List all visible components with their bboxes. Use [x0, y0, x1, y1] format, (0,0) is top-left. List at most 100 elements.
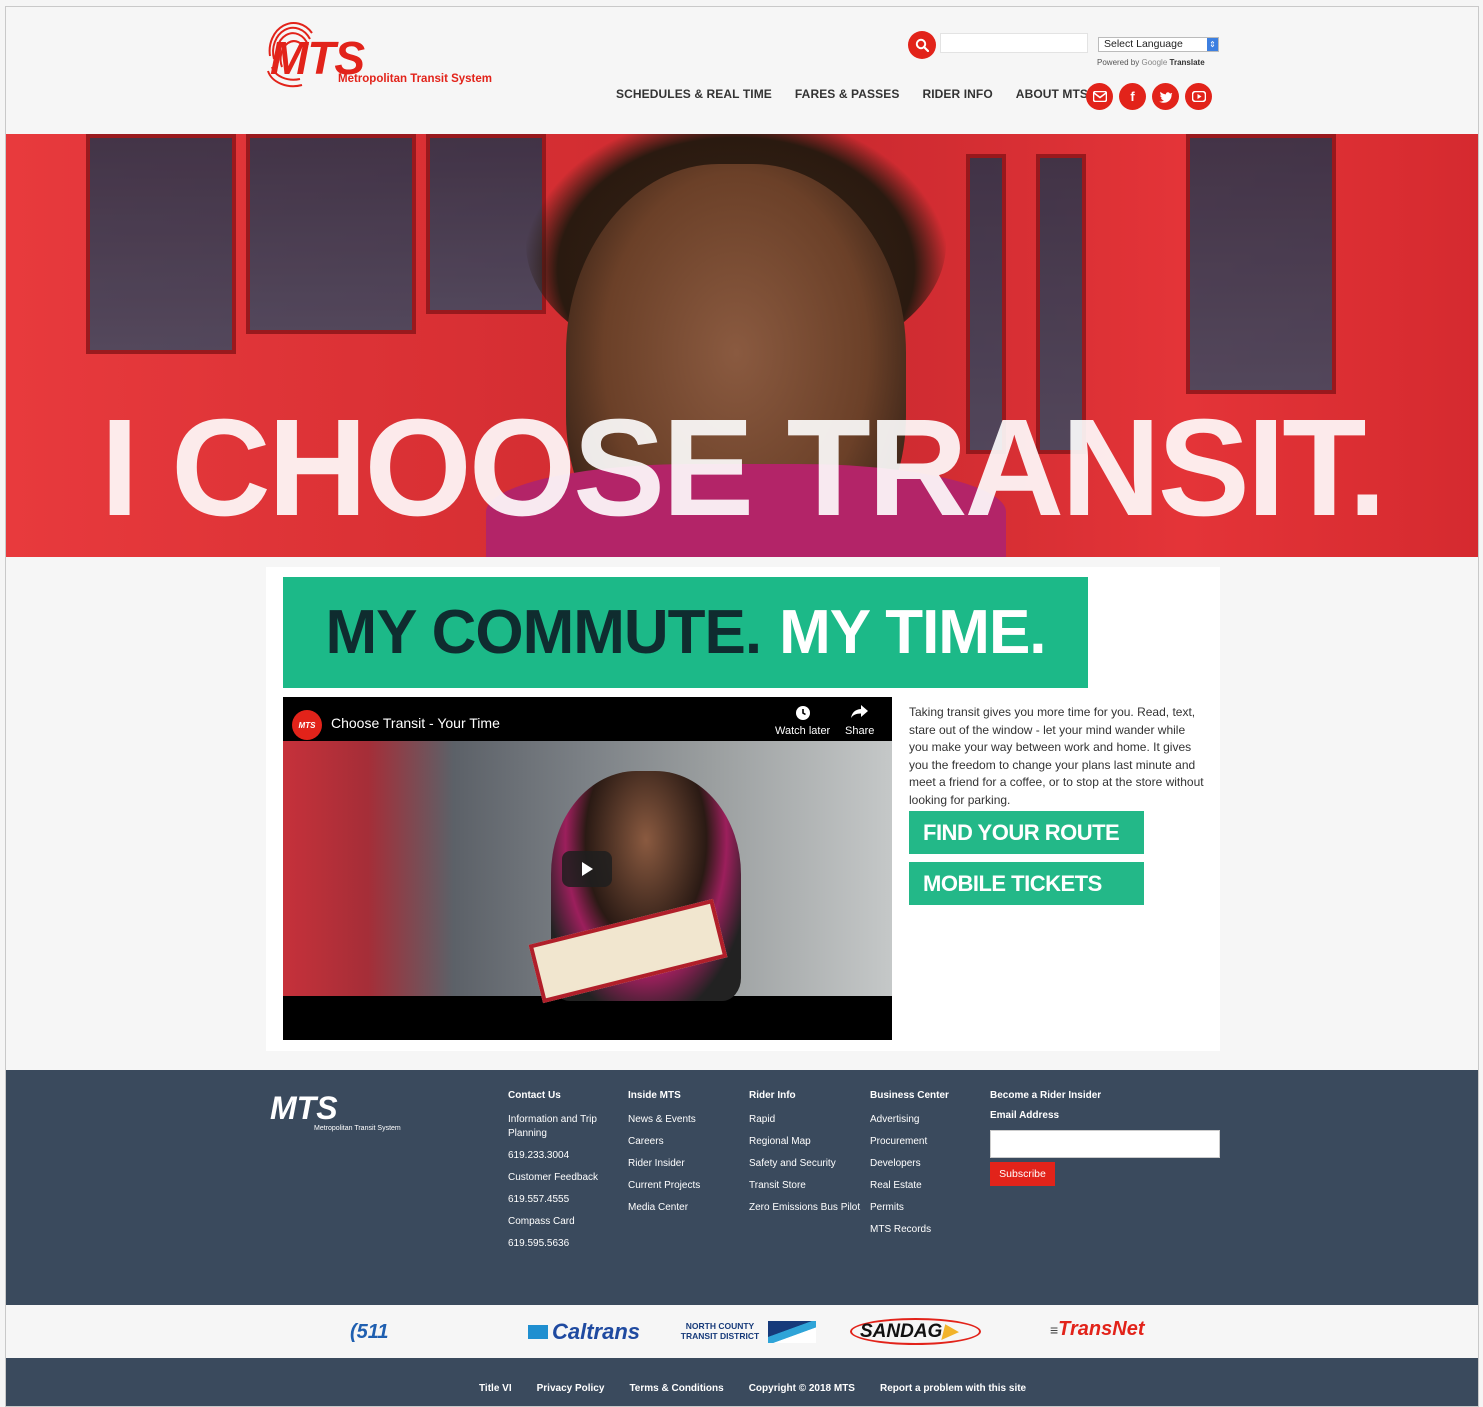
- footer-link[interactable]: Rapid: [749, 1113, 860, 1127]
- partner-511-logo[interactable]: (511: [350, 1321, 389, 1344]
- footer-phone[interactable]: 619.233.3004: [508, 1149, 603, 1163]
- footer-link[interactable]: Procurement: [870, 1135, 949, 1149]
- footer-link[interactable]: Advertising: [870, 1113, 949, 1127]
- partner-transnet-logo[interactable]: ≡TransNet: [1050, 1318, 1145, 1341]
- footer-inside: Inside MTS News & Events Careers Rider I…: [628, 1090, 700, 1223]
- powered-by-google[interactable]: Powered by Google Translate: [1097, 58, 1205, 67]
- footer-link[interactable]: Developers: [870, 1157, 949, 1171]
- sandag-arrow-icon: ▶: [942, 1321, 957, 1342]
- footer-contact: Contact Us Information and Trip Planning…: [508, 1090, 603, 1259]
- footer-heading: Business Center: [870, 1090, 949, 1101]
- privacy-policy-link[interactable]: Privacy Policy: [537, 1383, 605, 1394]
- find-route-button[interactable]: FIND YOUR ROUTE: [909, 811, 1144, 854]
- intro-paragraph: Taking transit gives you more time for y…: [909, 705, 1204, 807]
- footer-phone[interactable]: 619.557.4555: [508, 1193, 603, 1207]
- copyright-text: Copyright © 2018 MTS: [748, 1383, 855, 1394]
- clock-icon: [775, 705, 830, 725]
- footer-link[interactable]: Customer Feedback: [508, 1171, 603, 1185]
- footer-heading: Rider Info: [749, 1090, 796, 1101]
- train-window: [86, 134, 236, 354]
- mts-logo[interactable]: MTS Metropolitan Transit System: [262, 21, 502, 97]
- share-button[interactable]: Share: [845, 705, 874, 737]
- footer-link[interactable]: Compass Card: [508, 1215, 603, 1229]
- terms-link[interactable]: Terms & Conditions: [629, 1383, 723, 1394]
- page: MTS Metropolitan Transit System Select L…: [5, 6, 1479, 1407]
- footer-link[interactable]: Regional Map: [749, 1135, 860, 1149]
- partner-nctd-logo[interactable]: NORTH COUNTY TRANSIT DISTRICT: [670, 1321, 770, 1341]
- banner-text-dark: MY COMMUTE.: [325, 598, 762, 667]
- report-problem-link[interactable]: Report a problem with this site: [880, 1383, 1026, 1394]
- play-icon: [582, 862, 593, 876]
- main-nav: SCHEDULES & REAL TIME FARES & PASSES RID…: [616, 87, 1088, 101]
- email-label: Email Address: [990, 1110, 1060, 1121]
- footer-link[interactable]: Media Center: [628, 1201, 700, 1215]
- footer-heading: Become a Rider Insider: [990, 1090, 1102, 1101]
- partner-sandag-logo[interactable]: SANDAG▶: [850, 1318, 981, 1345]
- footer-link[interactable]: Current Projects: [628, 1179, 700, 1193]
- footer-link[interactable]: Rider Insider: [628, 1157, 700, 1171]
- footer-logo-text: MTS: [270, 1090, 338, 1126]
- nav-about[interactable]: ABOUT MTS: [1016, 87, 1088, 101]
- social-links: f: [1086, 83, 1212, 110]
- nav-rider-info[interactable]: RIDER INFO: [922, 87, 992, 101]
- hero-tagline: I CHOOSE TRANSIT.: [100, 391, 1386, 545]
- email-field[interactable]: [990, 1130, 1220, 1158]
- footer-logo-subtitle: Metropolitan Transit System: [314, 1125, 401, 1132]
- footer-business: Business Center Advertising Procurement …: [870, 1090, 949, 1245]
- subscribe-button[interactable]: Subscribe: [990, 1162, 1055, 1186]
- bottom-bar: Title VI Privacy Policy Terms & Conditio…: [6, 1358, 1478, 1406]
- footer-link[interactable]: Zero Emissions Bus Pilot: [749, 1201, 860, 1215]
- google-label: Google: [1141, 58, 1168, 67]
- footer-link[interactable]: MTS Records: [870, 1223, 949, 1237]
- email-icon[interactable]: [1086, 83, 1113, 110]
- watch-later-label: Watch later: [775, 725, 831, 737]
- facebook-icon[interactable]: f: [1119, 83, 1146, 110]
- video-title[interactable]: Choose Transit - Your Time: [331, 715, 500, 731]
- footer-link[interactable]: Safety and Security: [749, 1157, 860, 1171]
- footer-link[interactable]: Transit Store: [749, 1179, 860, 1193]
- nctd-mark-icon: [768, 1321, 816, 1343]
- twitter-icon[interactable]: [1152, 83, 1179, 110]
- youtube-icon[interactable]: [1185, 83, 1212, 110]
- footer-link[interactable]: Permits: [870, 1201, 949, 1215]
- footer-heading: Inside MTS: [628, 1090, 681, 1101]
- partner-caltrans-logo[interactable]: Caltrans: [528, 1319, 640, 1345]
- footer-logo[interactable]: MTS Metropolitan Transit System: [264, 1090, 424, 1140]
- footer-link[interactable]: Careers: [628, 1135, 700, 1149]
- footer-link[interactable]: Information and Trip Planning: [508, 1113, 603, 1141]
- search-input[interactable]: [940, 33, 1088, 53]
- train-window: [246, 134, 416, 334]
- train-window: [1186, 134, 1336, 394]
- select-arrow-icon: ⇕: [1207, 38, 1218, 51]
- play-button[interactable]: [562, 851, 612, 887]
- powered-by-label: Powered by: [1097, 58, 1140, 67]
- main-content: MY COMMUTE. MY TIME. MTS Choose Transit …: [266, 567, 1220, 1051]
- hero-banner[interactable]: I CHOOSE TRANSIT.: [6, 134, 1478, 557]
- site-header: MTS Metropolitan Transit System Select L…: [6, 7, 1478, 134]
- transnet-lines-icon: ≡: [1050, 1322, 1059, 1338]
- banner-text-light: MY TIME.: [779, 598, 1046, 667]
- logo-subtitle: Metropolitan Transit System: [338, 73, 493, 85]
- campaign-banner: MY COMMUTE. MY TIME.: [283, 577, 1088, 688]
- search-button[interactable]: [908, 31, 936, 59]
- channel-avatar[interactable]: MTS: [292, 710, 322, 740]
- share-icon: [845, 705, 874, 725]
- mobile-tickets-button[interactable]: MOBILE TICKETS: [909, 862, 1144, 905]
- footer-link[interactable]: News & Events: [628, 1113, 700, 1127]
- title-vi-link[interactable]: Title VI: [479, 1383, 512, 1394]
- site-footer: MTS Metropolitan Transit System Contact …: [6, 1070, 1478, 1305]
- nav-fares[interactable]: FARES & PASSES: [795, 87, 900, 101]
- language-select[interactable]: Select Language ⇕: [1098, 37, 1219, 52]
- share-label: Share: [845, 725, 875, 737]
- video-player[interactable]: MTS Choose Transit - Your Time Watch lat…: [283, 697, 892, 1040]
- nav-schedules[interactable]: SCHEDULES & REAL TIME: [616, 87, 772, 101]
- language-select-value: Select Language: [1104, 38, 1183, 50]
- footer-phone[interactable]: 619.595.5636: [508, 1237, 603, 1251]
- legal-links: Title VI Privacy Policy Terms & Conditio…: [479, 1383, 1026, 1394]
- translate-label: Translate: [1169, 58, 1205, 67]
- search-icon: [915, 38, 929, 52]
- footer-link[interactable]: Real Estate: [870, 1179, 949, 1193]
- caltrans-mark-icon: [528, 1325, 548, 1339]
- watch-later-button[interactable]: Watch later: [775, 705, 830, 737]
- footer-heading: Contact Us: [508, 1090, 561, 1101]
